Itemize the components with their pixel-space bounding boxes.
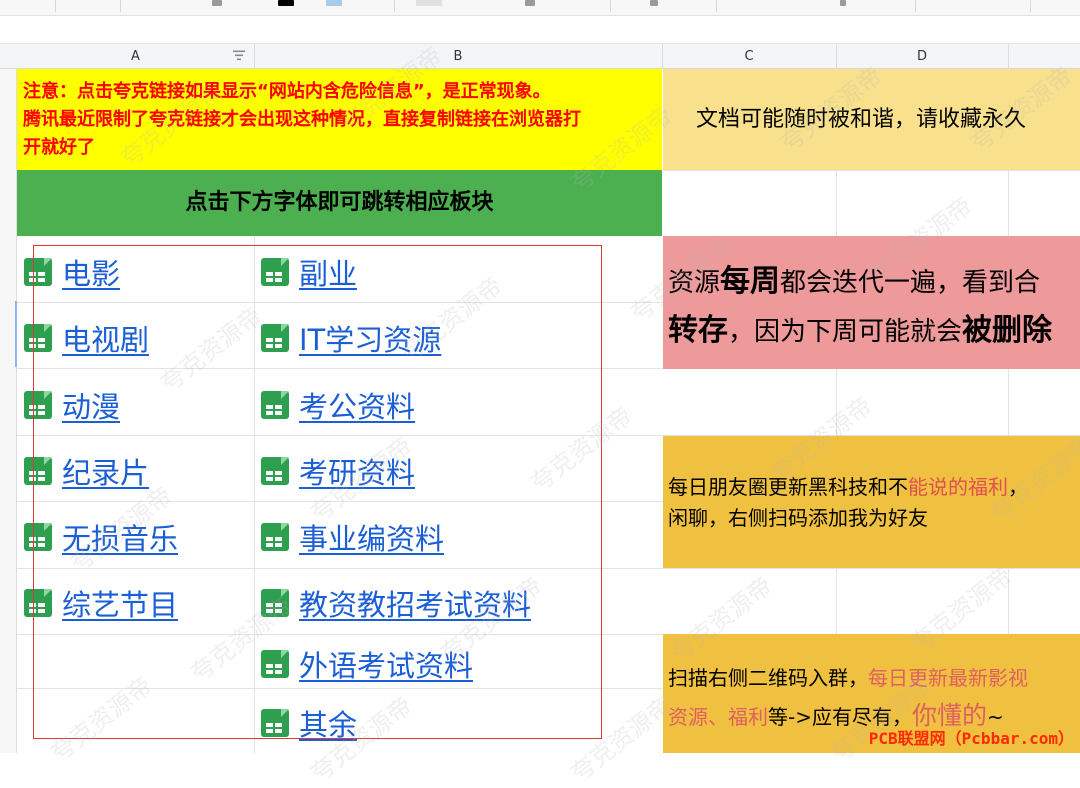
doc-warning-text: 文档可能随时被和谐，请收藏永久 [696, 107, 1027, 132]
formula-bar[interactable] [0, 16, 1080, 44]
wrap-icon[interactable] [650, 0, 658, 6]
notice-line-2: 腾讯最近限制了夸克链接才会出现这种情况，直接复制链接在浏览器打 [23, 109, 581, 130]
weekly-line-2: 转存，因为下周可能就会被删除 [668, 313, 1053, 348]
weekly-line-1: 资源每周都会迭代一遍，看到合 [668, 264, 1041, 299]
nav-header-cell[interactable]: 点击下方字体即可跳转相应板块 [17, 170, 662, 236]
column-header-d[interactable]: D [836, 44, 1009, 69]
column-label: C [744, 49, 754, 64]
column-header-c[interactable]: C [662, 44, 837, 69]
column-label: A [131, 49, 140, 64]
toolbar-separator [55, 0, 56, 12]
border-icon[interactable] [416, 0, 442, 6]
column-label: B [453, 49, 463, 64]
site-credit: PCB联盟网（Pcbbar.com） [868, 729, 1074, 748]
column-header-b[interactable]: B [254, 44, 663, 69]
column-header-row: A B C D [0, 44, 1080, 69]
toolbar-icon[interactable] [212, 0, 222, 6]
column-label: D [916, 49, 927, 64]
row-header-strip[interactable] [0, 69, 17, 753]
moments-cell[interactable]: 每日朋友圈更新黑科技和不能说的福利， 闲聊，右侧扫码添加我为好友 [663, 436, 1080, 568]
doc-warning-cell[interactable]: 文档可能随时被和谐，请收藏永久 [663, 69, 1080, 170]
moments-line-1: 每日朋友圈更新黑科技和不能说的福利， [668, 475, 1028, 499]
text-color-icon[interactable] [278, 0, 294, 6]
toolbar-separator [610, 0, 611, 12]
column-header-a[interactable]: A [17, 44, 255, 69]
notice-line-3: 开就好了 [23, 137, 95, 158]
filter-icon[interactable] [232, 49, 246, 63]
toolbar-separator [1030, 0, 1031, 12]
toolbar-separator [716, 0, 717, 12]
nav-header-label: 点击下方字体即可跳转相应板块 [185, 190, 494, 215]
toolbar-separator [120, 0, 121, 12]
notice-line-1: 注意：点击夸克链接如果显示“网站内含危险信息”，是正常现象。 [23, 81, 551, 102]
notice-cell[interactable]: 注意：点击夸克链接如果显示“网站内含危险信息”，是正常现象。 腾讯最近限制了夸克… [17, 69, 662, 170]
moments-line-2: 闲聊，右侧扫码添加我为好友 [668, 506, 928, 530]
toolbar-separator [915, 0, 916, 12]
toolbar-separator [394, 0, 395, 12]
fill-color-icon[interactable] [326, 0, 342, 6]
weekly-update-cell[interactable]: 资源每周都会迭代一遍，看到合 转存，因为下周可能就会被删除 [663, 236, 1080, 369]
align-icon[interactable] [525, 0, 535, 6]
qr-line-1: 扫描右侧二维码入群，每日更新最新影视 [668, 666, 1028, 690]
toolbar [0, 0, 1080, 16]
selection-box [33, 245, 602, 739]
function-icon[interactable] [840, 0, 846, 6]
